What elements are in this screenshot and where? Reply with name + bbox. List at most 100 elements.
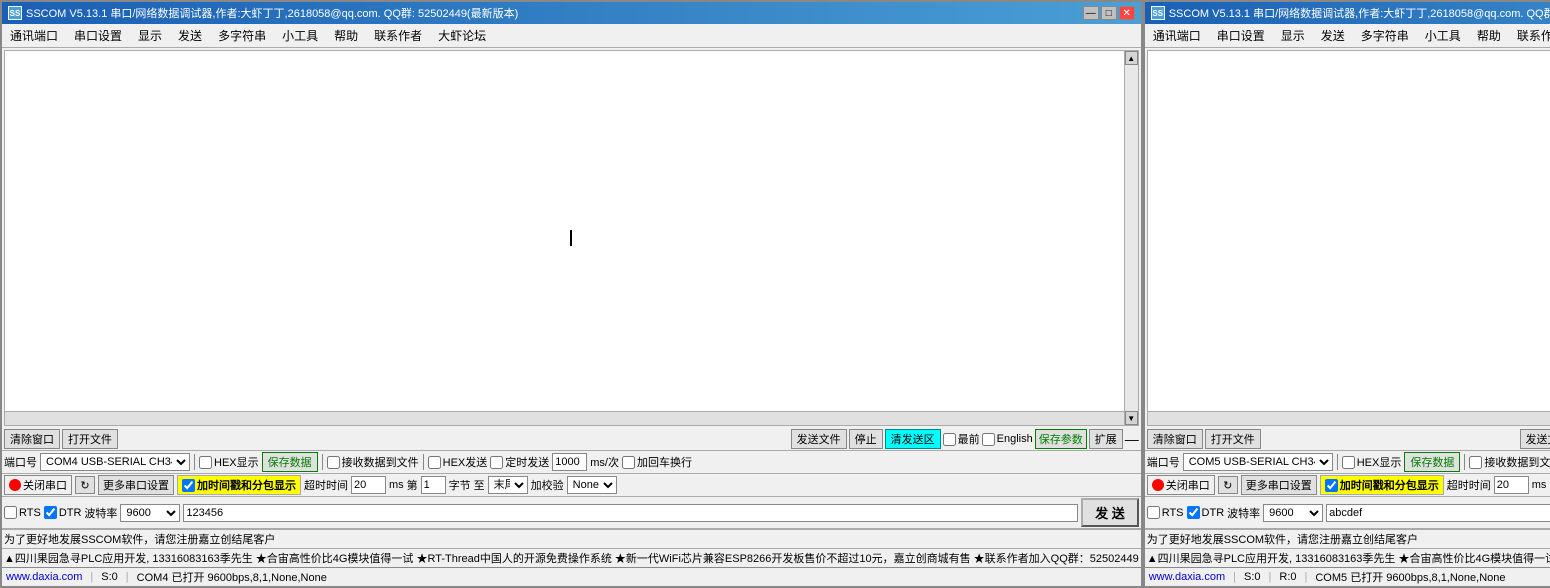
end-select-1[interactable]: 末尾 [488, 476, 528, 494]
hex-send-check-1[interactable] [428, 456, 441, 469]
save-data-btn-1[interactable]: 保存数据 [262, 452, 318, 472]
menu-multistring-2[interactable]: 多字符串 [1357, 26, 1413, 45]
menu-forum-1[interactable]: 大虾论坛 [434, 26, 490, 45]
save-params-btn-1[interactable]: 保存参数 [1035, 429, 1087, 449]
menu-multistring-1[interactable]: 多字符串 [214, 26, 270, 45]
port-select-2[interactable]: COM5 USB-SERIAL CH340 [1183, 453, 1333, 471]
last-check-1[interactable] [943, 433, 956, 446]
scroll-down-btn-1[interactable]: ▼ [1125, 411, 1138, 425]
scroll-up-btn-1[interactable]: ▲ [1125, 51, 1138, 65]
check-label-1[interactable]: 加校验 [531, 477, 564, 493]
refresh-btn-1[interactable]: ↻ [75, 476, 95, 494]
timestamp-label-2[interactable]: 加时间戳和分包显示 [1325, 477, 1439, 493]
title-bar-left-1: SS SSCOM V5.13.1 串口/网络数据调试器,作者:大虾丁丁,2618… [8, 5, 518, 21]
port-select-1[interactable]: COM4 USB-SERIAL CH340 [40, 453, 190, 471]
close-port-btn-1[interactable]: 关闭串口 [4, 475, 72, 495]
title-bar-1: SS SSCOM V5.13.1 串口/网络数据调试器,作者:大虾丁丁,2618… [2, 2, 1141, 24]
last-checkbox-1[interactable]: 最前 [943, 431, 980, 447]
receive-area-1[interactable]: ▲ ▼ [4, 50, 1139, 426]
save-data-btn-2[interactable]: 保存数据 [1404, 452, 1460, 472]
more-settings-btn-1[interactable]: 更多串口设置 [98, 475, 174, 495]
recv-to-file-check-1[interactable] [327, 456, 340, 469]
send-input-2[interactable]: abcdef [1326, 504, 1550, 522]
rts-label-2[interactable]: RTS [1147, 506, 1184, 519]
menu-display-2[interactable]: 显示 [1277, 26, 1309, 45]
menu-tools-1[interactable]: 小工具 [278, 26, 322, 45]
timestamp-label-1[interactable]: 加时间戳和分包显示 [182, 477, 296, 493]
recv-to-file-check-2[interactable] [1469, 456, 1482, 469]
menu-serial-settings-1[interactable]: 串口设置 [70, 26, 126, 45]
send-input-1[interactable]: 123456 [183, 504, 1078, 522]
receive-area-2[interactable]: ▲ ▼ [1147, 50, 1550, 426]
crlf-label-1[interactable]: 加回车换行 [622, 454, 692, 470]
expand-btn-1[interactable]: 扩展 [1089, 429, 1123, 449]
window-controls-1: — □ ✕ [1083, 6, 1135, 20]
port-row-1: 关闭串口 ↻ 更多串口设置 加时间戳和分包显示 超时时间 20 ms 第 1 字… [2, 474, 1141, 497]
timed-send-check-1[interactable] [490, 456, 503, 469]
scroll-track-v-1[interactable] [1125, 65, 1138, 411]
english-checkbox-1[interactable]: English [982, 433, 1033, 446]
check-select-1[interactable]: None [567, 476, 617, 494]
menu-send-2[interactable]: 发送 [1317, 26, 1349, 45]
maximize-btn-1[interactable]: □ [1101, 6, 1117, 20]
open-file-btn-2[interactable]: 打开文件 [1205, 429, 1261, 449]
send-file-btn-2[interactable]: 发送文件 [1520, 429, 1550, 449]
send-file-btn-1[interactable]: 发送文件 [791, 429, 847, 449]
dtr-label-2[interactable]: DTR [1187, 506, 1225, 519]
english-check-1[interactable] [982, 433, 995, 446]
timeout-input-1[interactable]: 20 [351, 476, 386, 494]
timed-send-label-1[interactable]: 定时发送 [490, 454, 549, 470]
baud-select-2[interactable]: 9600 [1263, 504, 1323, 522]
menu-serial-settings-2[interactable]: 串口设置 [1213, 26, 1269, 45]
crlf-check-1[interactable] [622, 456, 635, 469]
port-status-text-2: COM5 已打开 9600bps,8,1,None,None [1315, 569, 1505, 585]
menu-tools-2[interactable]: 小工具 [1421, 26, 1465, 45]
recv-to-file-label-1[interactable]: 接收数据到文件 [327, 454, 419, 470]
menu-comm-port-1[interactable]: 通讯端口 [6, 26, 62, 45]
dtr-label-1[interactable]: DTR [44, 506, 82, 519]
timestamp-check-1[interactable] [182, 479, 195, 492]
baud-select-1[interactable]: 9600 [120, 504, 180, 522]
marquee-text-2: ▲四川果园急寻PLC应用开发, 13316083163季先生 ★合宙高性价比4G… [1147, 553, 1550, 565]
timed-ms-input-1[interactable]: 1000 [552, 453, 587, 471]
hex-display-check-1[interactable] [199, 456, 212, 469]
timeout-input-2[interactable]: 20 [1494, 476, 1529, 494]
page-no-input-1[interactable]: 1 [421, 476, 446, 494]
close-port-btn-2[interactable]: 关闭串口 [1147, 475, 1215, 495]
refresh-btn-2[interactable]: ↻ [1218, 476, 1238, 494]
scrollbar-v-1[interactable]: ▲ ▼ [1124, 51, 1138, 425]
send-count-2: S:0 [1244, 571, 1261, 583]
menu-contact-2[interactable]: 联系作者 [1513, 26, 1550, 45]
scrollbar-h-2[interactable] [1148, 411, 1550, 425]
port-status-text-1: COM4 已打开 9600bps,8,1,None,None [137, 569, 327, 585]
window1: SS SSCOM V5.13.1 串口/网络数据调试器,作者:大虾丁丁,2618… [0, 0, 1143, 588]
more-settings-btn-2[interactable]: 更多串口设置 [1241, 475, 1317, 495]
dtr-check-2[interactable] [1187, 506, 1200, 519]
open-file-btn-1[interactable]: 打开文件 [62, 429, 118, 449]
hex-display-label-2[interactable]: HEX显示 [1342, 454, 1402, 470]
rts-label-1[interactable]: RTS [4, 506, 41, 519]
timestamp-check-2[interactable] [1325, 479, 1338, 492]
timeout-unit-1: ms [389, 479, 404, 491]
recv-to-file-label-2[interactable]: 接收数据到文件 [1469, 454, 1550, 470]
rts-check-1[interactable] [4, 506, 17, 519]
menu-comm-port-2[interactable]: 通讯端口 [1149, 26, 1205, 45]
clear-window-btn-2[interactable]: 清除窗口 [1147, 429, 1203, 449]
clear-window-btn-1[interactable]: 清除窗口 [4, 429, 60, 449]
hex-display-check-2[interactable] [1342, 456, 1355, 469]
hex-display-label-1[interactable]: HEX显示 [199, 454, 259, 470]
menu-help-2[interactable]: 帮助 [1473, 26, 1505, 45]
clear-send-btn-1[interactable]: 清发送区 [885, 429, 941, 449]
hex-send-label-1[interactable]: HEX发送 [428, 454, 488, 470]
rts-check-2[interactable] [1147, 506, 1160, 519]
stop-btn-1[interactable]: 停止 [849, 429, 883, 449]
menu-help-1[interactable]: 帮助 [330, 26, 362, 45]
scrollbar-h-1[interactable] [5, 411, 1124, 425]
close-btn-1[interactable]: ✕ [1119, 6, 1135, 20]
menu-contact-1[interactable]: 联系作者 [370, 26, 426, 45]
menu-display-1[interactable]: 显示 [134, 26, 166, 45]
dtr-check-1[interactable] [44, 506, 57, 519]
minimize-btn-1[interactable]: — [1083, 6, 1099, 20]
send-btn-1[interactable]: 发 送 [1081, 498, 1139, 527]
menu-send-1[interactable]: 发送 [174, 26, 206, 45]
